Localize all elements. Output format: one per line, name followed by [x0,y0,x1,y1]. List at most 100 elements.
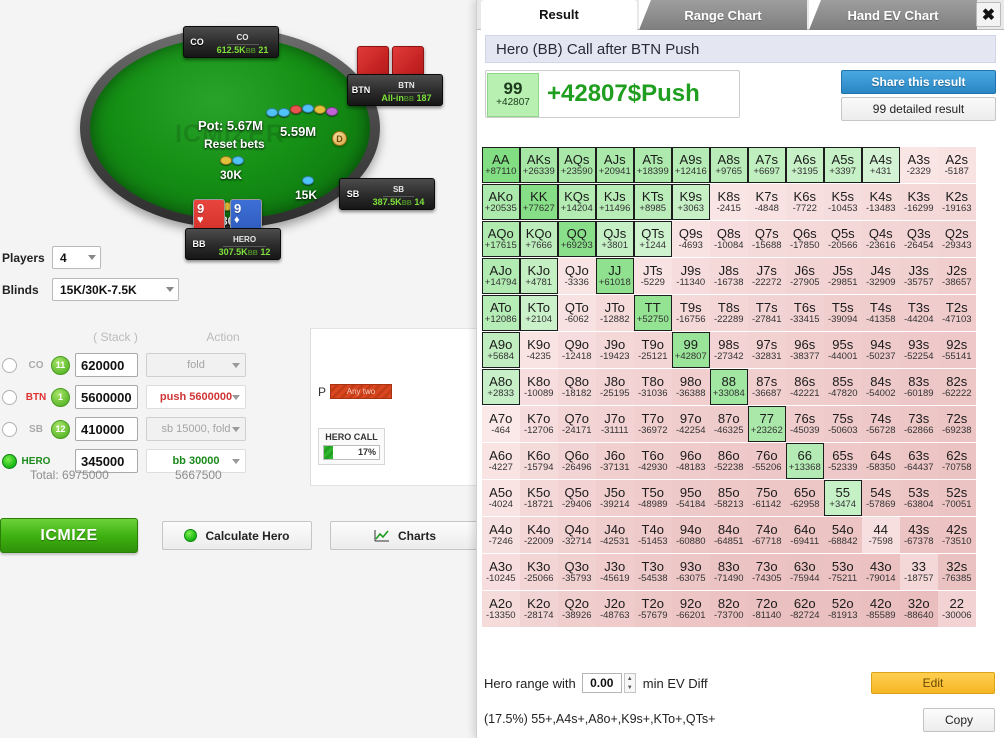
min-ev-spinner[interactable]: ▲ ▼ [623,673,636,693]
matrix-cell-T8s[interactable]: T8s -22289 [710,295,748,331]
matrix-cell-75s[interactable]: 75s -50603 [824,406,862,442]
matrix-cell-J6s[interactable]: J6s -27905 [786,258,824,294]
matrix-cell-TT[interactable]: TT +52750 [634,295,672,331]
matrix-cell-Q9s[interactable]: Q9s -4693 [672,221,710,257]
matrix-cell-94s[interactable]: 94s -50237 [862,332,900,368]
matrix-cell-88[interactable]: 88 +33084 [710,369,748,405]
action-select-co[interactable]: fold [146,353,246,377]
matrix-cell-Q3o[interactable]: Q3o -35793 [558,554,596,590]
matrix-cell-Q7s[interactable]: Q7s -15688 [748,221,786,257]
matrix-cell-J5o[interactable]: J5o -39214 [596,480,634,516]
stack-input-sb[interactable]: 410000 [75,417,138,441]
matrix-cell-AKo[interactable]: AKo +20535 [482,184,520,220]
close-icon[interactable]: ✖ [976,2,1001,27]
matrix-cell-A9s[interactable]: A9s +12416 [672,147,710,183]
spinner-down-icon[interactable]: ▼ [625,683,635,692]
matrix-cell-QJo[interactable]: QJo -3336 [558,258,596,294]
matrix-cell-KQs[interactable]: KQs +14204 [558,184,596,220]
matrix-cell-K8s[interactable]: K8s -2415 [710,184,748,220]
matrix-cell-73s[interactable]: 73s -62866 [900,406,938,442]
matrix-cell-99[interactable]: 99 +42807 [672,332,710,368]
matrix-cell-84o[interactable]: 84o -64851 [710,517,748,553]
matrix-cell-ATs[interactable]: ATs +18399 [634,147,672,183]
matrix-cell-98o[interactable]: 98o -36388 [672,369,710,405]
matrix-cell-83s[interactable]: 83s -60189 [900,369,938,405]
select-radio-hero[interactable] [2,453,17,469]
matrix-cell-75o[interactable]: 75o -61142 [748,480,786,516]
matrix-cell-52s[interactable]: 52s -70051 [938,480,976,516]
matrix-cell-T7s[interactable]: T7s -27841 [748,295,786,331]
blinds-select[interactable]: 15K/30K-7.5K [52,278,179,301]
matrix-cell-33[interactable]: 33 -18757 [900,554,938,590]
matrix-cell-63s[interactable]: 63s -64437 [900,443,938,479]
matrix-cell-A3o[interactable]: A3o -10245 [482,554,520,590]
matrix-cell-96s[interactable]: 96s -38377 [786,332,824,368]
matrix-cell-K7s[interactable]: K7s -4848 [748,184,786,220]
matrix-cell-32o[interactable]: 32o -88640 [900,591,938,627]
matrix-cell-KJs[interactable]: KJs +11496 [596,184,634,220]
action-select-btn[interactable]: push 5600000 [146,385,246,409]
matrix-cell-T8o[interactable]: T8o -31036 [634,369,672,405]
matrix-cell-73o[interactable]: 73o -74305 [748,554,786,590]
share-result-button[interactable]: Share this result [841,70,996,94]
matrix-cell-ATo[interactable]: ATo +12086 [482,295,520,331]
matrix-cell-T5s[interactable]: T5s -39094 [824,295,862,331]
matrix-cell-QTs[interactable]: QTs +1244 [634,221,672,257]
hero-call-widget[interactable]: HERO CALL 17% [318,428,385,465]
matrix-cell-A4s[interactable]: A4s +431 [862,147,900,183]
matrix-cell-Q6o[interactable]: Q6o -26496 [558,443,596,479]
matrix-cell-95s[interactable]: 95s -44001 [824,332,862,368]
stack-input-btn[interactable]: 5600000 [75,385,138,409]
matrix-cell-63o[interactable]: 63o -75944 [786,554,824,590]
matrix-cell-74s[interactable]: 74s -56728 [862,406,900,442]
matrix-cell-95o[interactable]: 95o -54184 [672,480,710,516]
matrix-cell-T4o[interactable]: T4o -51453 [634,517,672,553]
matrix-cell-T4s[interactable]: T4s -41358 [862,295,900,331]
detailed-result-button[interactable]: 99 detailed result [841,97,996,121]
matrix-cell-53s[interactable]: 53s -63804 [900,480,938,516]
matrix-cell-J8s[interactable]: J8s -16738 [710,258,748,294]
matrix-cell-KK[interactable]: KK +77627 [520,184,558,220]
matrix-cell-J4s[interactable]: J4s -32909 [862,258,900,294]
matrix-cell-JTo[interactable]: JTo -12882 [596,295,634,331]
matrix-cell-J2s[interactable]: J2s -38657 [938,258,976,294]
matrix-cell-Q2s[interactable]: Q2s -29343 [938,221,976,257]
matrix-cell-85s[interactable]: 85s -47820 [824,369,862,405]
matrix-cell-Q5o[interactable]: Q5o -29406 [558,480,596,516]
matrix-cell-Q8o[interactable]: Q8o -18182 [558,369,596,405]
matrix-cell-87o[interactable]: 87o -46325 [710,406,748,442]
matrix-cell-54o[interactable]: 54o -68842 [824,517,862,553]
matrix-cell-92o[interactable]: 92o -66201 [672,591,710,627]
players-select[interactable]: 4 [52,246,101,269]
matrix-cell-T9o[interactable]: T9o -25121 [634,332,672,368]
matrix-cell-65o[interactable]: 65o -62958 [786,480,824,516]
matrix-cell-JJ[interactable]: JJ +61018 [596,258,634,294]
matrix-cell-86o[interactable]: 86o -52238 [710,443,748,479]
charts-button[interactable]: Charts [330,521,480,550]
matrix-cell-Q6s[interactable]: Q6s -17850 [786,221,824,257]
matrix-cell-AQo[interactable]: AQo +17615 [482,221,520,257]
matrix-cell-T2s[interactable]: T2s -47103 [938,295,976,331]
select-radio-sb[interactable] [2,421,17,437]
matrix-cell-62o[interactable]: 62o -82724 [786,591,824,627]
matrix-cell-A2o[interactable]: A2o -13350 [482,591,520,627]
matrix-cell-A6s[interactable]: A6s +3195 [786,147,824,183]
matrix-cell-A7o[interactable]: A7o -464 [482,406,520,442]
reset-bets-button[interactable]: Reset bets [204,137,265,151]
matrix-cell-Q5s[interactable]: Q5s -20566 [824,221,862,257]
matrix-cell-K7o[interactable]: K7o -12706 [520,406,558,442]
matrix-cell-QJs[interactable]: QJs +3801 [596,221,634,257]
matrix-cell-97s[interactable]: 97s -32831 [748,332,786,368]
select-radio-co[interactable] [2,357,17,373]
any-two-range-bar[interactable]: Any two [330,384,392,399]
matrix-cell-K5o[interactable]: K5o -18721 [520,480,558,516]
matrix-cell-A7s[interactable]: A7s +6697 [748,147,786,183]
matrix-cell-72s[interactable]: 72s -69238 [938,406,976,442]
matrix-cell-76o[interactable]: 76o -55206 [748,443,786,479]
matrix-cell-42s[interactable]: 42s -73510 [938,517,976,553]
matrix-cell-T3s[interactable]: T3s -44204 [900,295,938,331]
select-radio-btn[interactable] [2,389,17,405]
matrix-cell-AQs[interactable]: AQs +23590 [558,147,596,183]
matrix-cell-92s[interactable]: 92s -55141 [938,332,976,368]
matrix-cell-Q4o[interactable]: Q4o -32714 [558,517,596,553]
